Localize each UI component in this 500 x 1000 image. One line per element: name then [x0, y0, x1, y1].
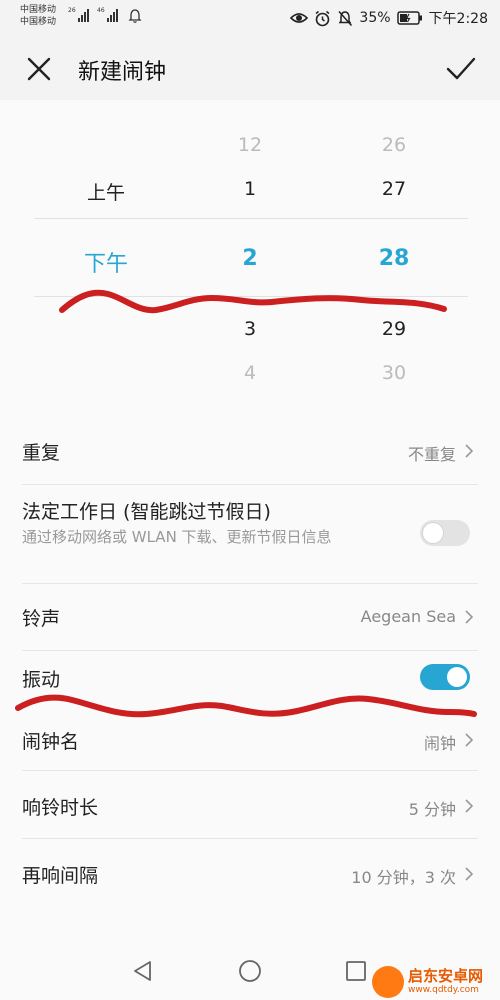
chevron-right-icon — [465, 867, 474, 881]
minute-option[interactable]: 26 — [382, 134, 406, 156]
picker-divider-top — [34, 218, 468, 219]
status-bar: 中国移动 中国移动 26 46 35% 下午2:28 — [0, 0, 500, 36]
ring-duration-row[interactable]: 响铃时长 5 分钟 — [0, 771, 500, 838]
toggle-knob — [423, 523, 443, 543]
repeat-value: 不重复 — [407, 445, 456, 464]
ringtone-row[interactable]: 铃声 Aegean Sea — [0, 584, 500, 650]
signal-sim1-icon: 26 — [68, 8, 89, 22]
vibrate-row[interactable]: 振动 — [0, 651, 500, 705]
home-icon[interactable] — [237, 958, 263, 984]
ringtone-value: Aegean Sea — [360, 607, 456, 626]
workday-row[interactable]: 法定工作日 (智能跳过节假日) 通过移动网络或 WLAN 下载、更新节假日信息 — [0, 485, 500, 583]
alarm-name-row[interactable]: 闹钟名 闹钟 — [0, 705, 500, 770]
mute-bell-icon — [338, 10, 353, 26]
minute-option[interactable]: 30 — [382, 362, 406, 384]
toggle-knob — [447, 667, 467, 687]
back-icon[interactable] — [130, 958, 156, 984]
status-right: 35% 下午2:28 — [290, 8, 488, 28]
minute-option[interactable]: 27 — [382, 178, 406, 200]
notification-bell-icon — [128, 9, 142, 23]
carrier-labels: 中国移动 中国移动 — [20, 4, 56, 28]
watermark-logo-icon — [372, 966, 404, 998]
vibrate-label: 振动 — [22, 669, 61, 691]
alarm-icon — [315, 10, 330, 26]
workday-label: 法定工作日 (智能跳过节假日) — [22, 501, 271, 523]
battery-percent: 35% — [359, 10, 391, 26]
carrier-2: 中国移动 — [20, 17, 57, 27]
chevron-right-icon — [465, 610, 474, 624]
eye-icon — [290, 13, 309, 23]
ringtone-label: 铃声 — [22, 608, 61, 630]
ring-duration-value: 5 分钟 — [408, 800, 456, 819]
signal-sim2-icon: 46 — [97, 8, 118, 22]
title-bar: 新建闹钟 — [0, 36, 500, 100]
repeat-row[interactable]: 重复 不重复 — [0, 416, 500, 484]
vibrate-toggle[interactable] — [420, 664, 470, 690]
hour-option[interactable]: 4 — [244, 362, 256, 384]
chevron-right-icon — [465, 444, 474, 458]
watermark-title: 启东安卓网 — [408, 967, 484, 985]
minute-option[interactable]: 29 — [382, 318, 406, 340]
hour-option[interactable]: 12 — [238, 134, 262, 156]
chevron-right-icon — [465, 799, 474, 813]
snooze-label: 再响间隔 — [22, 865, 99, 887]
sim1-network-label: 26 — [68, 7, 76, 14]
carrier-1: 中国移动 — [20, 5, 57, 15]
picker-divider-bottom — [34, 296, 468, 297]
alarm-name-value: 闹钟 — [423, 734, 456, 753]
repeat-label: 重复 — [22, 442, 61, 464]
recents-icon[interactable] — [343, 958, 369, 984]
hour-selected[interactable]: 2 — [242, 246, 257, 271]
close-icon[interactable] — [26, 56, 52, 82]
page-title: 新建闹钟 — [78, 60, 167, 85]
workday-toggle[interactable] — [420, 520, 470, 546]
snooze-value: 10 分钟，3 次 — [351, 868, 456, 887]
ampm-option-am[interactable]: 上午 — [87, 178, 125, 205]
hour-option[interactable]: 1 — [244, 178, 256, 200]
sim2-network-label: 46 — [97, 7, 105, 14]
time-picker: 上午 下午 12 1 2 3 4 26 27 28 29 30 — [0, 100, 500, 410]
hour-option[interactable]: 3 — [244, 318, 256, 340]
battery-icon — [396, 11, 422, 25]
workday-subtitle: 通过移动网络或 WLAN 下载、更新节假日信息 — [22, 528, 332, 546]
ampm-selected[interactable]: 下午 — [84, 246, 128, 278]
watermark: 启东安卓网 www.qdtdy.com — [372, 964, 498, 1000]
ring-duration-label: 响铃时长 — [22, 797, 99, 819]
alarm-name-label: 闹钟名 — [22, 731, 80, 753]
status-time: 下午2:28 — [428, 11, 488, 27]
header-area: 中国移动 中国移动 26 46 35% 下午2:28 新建闹钟 — [0, 0, 500, 100]
check-icon[interactable] — [446, 56, 476, 82]
watermark-url: www.qdtdy.com — [408, 985, 479, 995]
snooze-row[interactable]: 再响间隔 10 分钟，3 次 — [0, 839, 500, 906]
minute-selected[interactable]: 28 — [379, 246, 410, 271]
chevron-right-icon — [465, 733, 474, 747]
